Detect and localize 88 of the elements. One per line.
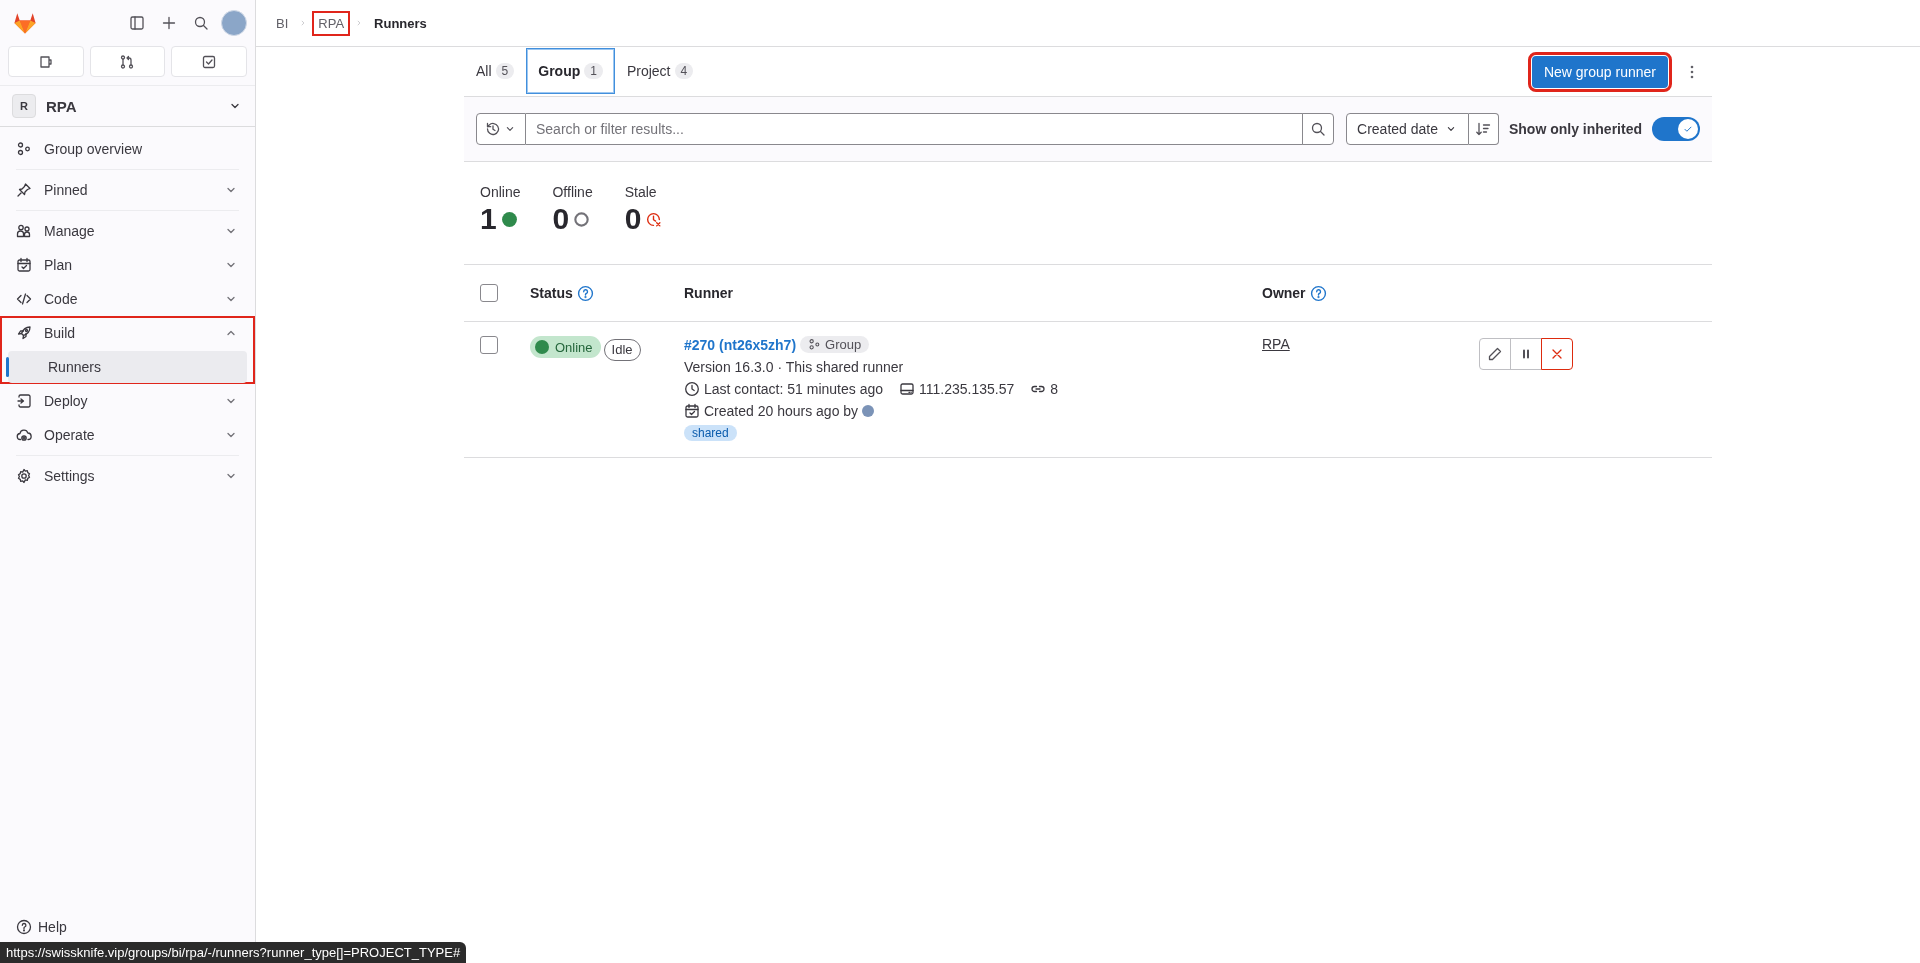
tab[interactable]: Group 1 [526,47,615,96]
status-url-tooltip: https://swissknife.vip/groups/bi/rpa/-/runners?runner_type[]=PROJECT_TYPE# [0,942,467,963]
tab[interactable]: Project 4 [614,47,706,96]
todo-button[interactable] [171,46,247,77]
nav-item[interactable]: Settings [4,460,251,492]
plus-icon [161,15,177,31]
row-checkbox[interactable] [480,336,498,354]
nav-item[interactable]: Build [4,317,251,349]
nav-item[interactable]: Pinned [4,174,251,206]
toggle-label: Show only inherited [1509,121,1642,137]
last-contact: Last contact: 51 minutes ago [704,381,883,397]
calendar-icon [684,403,700,419]
ip-address: 111.235.135.57 [919,381,1015,397]
pin-icon [16,182,32,198]
stat-label: Online [480,184,521,200]
issues-icon [37,53,54,70]
sort-dropdown[interactable]: Created date [1346,113,1469,145]
column-header: Owner [1262,285,1306,301]
code-icon [16,291,32,307]
created-info: Created 20 hours ago by [704,403,859,419]
runner-link[interactable]: #270 (nt26x5zh7) [684,336,797,353]
count-badge: 5 [495,62,515,79]
stale-clock-icon [645,210,663,228]
stat-count: 1 [480,202,497,236]
nav-item[interactable]: Deploy [4,385,251,417]
tag-badge: shared [684,425,737,441]
todo-icon [201,53,218,70]
sort-direction-button[interactable] [1469,113,1499,145]
recent-searches-button[interactable] [476,113,526,145]
group-icon [808,338,822,351]
pause-button[interactable] [1510,338,1542,370]
group-icon [16,141,32,157]
delete-button[interactable] [1541,338,1573,370]
group-avatar: R [12,94,36,118]
nav-subitem[interactable]: Runners [8,351,247,383]
nav-item[interactable]: Group overview [4,133,251,165]
breadcrumb-link[interactable]: RPA [314,12,349,34]
stat-count: 0 [552,202,570,236]
settings-icon [16,468,32,484]
merge-requests-button[interactable] [89,46,166,77]
issues-button[interactable] [8,46,84,77]
edit-button[interactable] [1479,338,1511,370]
cloud-icon [16,427,32,443]
select-all-checkbox[interactable] [480,284,498,302]
help-icon[interactable] [576,284,594,302]
group-name[interactable]: RPA [46,97,217,115]
pencil-icon [1487,346,1503,362]
type-badge: Group [800,336,870,353]
search-icon [193,15,209,31]
column-header: Status [530,285,573,301]
server-icon [899,381,915,397]
people-icon [16,223,32,239]
online-dot-icon [500,210,518,228]
nav-item[interactable]: Code [4,283,251,315]
calendar-icon [16,257,32,273]
breadcrumb-link[interactable]: BI [272,12,293,34]
breadcrumb-link[interactable]: Runners [370,12,431,34]
job-count: 8 [1050,381,1059,397]
nav-item[interactable]: Operate [4,419,251,451]
rocket-icon [16,325,32,341]
search-icon [1310,121,1327,137]
tab[interactable]: All 5 [464,47,527,96]
clock-icon [684,381,700,397]
search-field[interactable]: Search or filter results... [526,113,1304,145]
column-header: Runner [684,285,733,301]
inherited-toggle[interactable] [1652,117,1700,141]
deploy-icon [16,393,32,409]
nav-item[interactable]: Manage [4,215,251,247]
stat-label: Stale [624,184,658,200]
search-button[interactable] [1302,113,1335,145]
help-link[interactable]: Help [16,919,67,935]
count-badge: 1 [584,62,603,79]
nav-item[interactable]: Plan [4,249,251,281]
sort-descending-icon [1475,121,1492,137]
merge-requests-icon [119,53,136,70]
stat-label: Offline [552,184,593,200]
history-icon [485,121,501,137]
stat-count: 0 [624,202,642,236]
user-avatar[interactable] [862,405,875,417]
help-icon [16,919,32,935]
owner-link[interactable]: RPA [1262,336,1290,352]
offline-ring-icon [573,210,591,228]
count-badge: 4 [674,62,694,79]
runner-version: Version 16.3.0 · This shared runner [684,359,905,375]
panel-icon [129,15,145,31]
status-badge: Online [530,336,601,358]
user-avatar[interactable] [221,10,247,36]
help-icon[interactable] [1309,284,1327,302]
